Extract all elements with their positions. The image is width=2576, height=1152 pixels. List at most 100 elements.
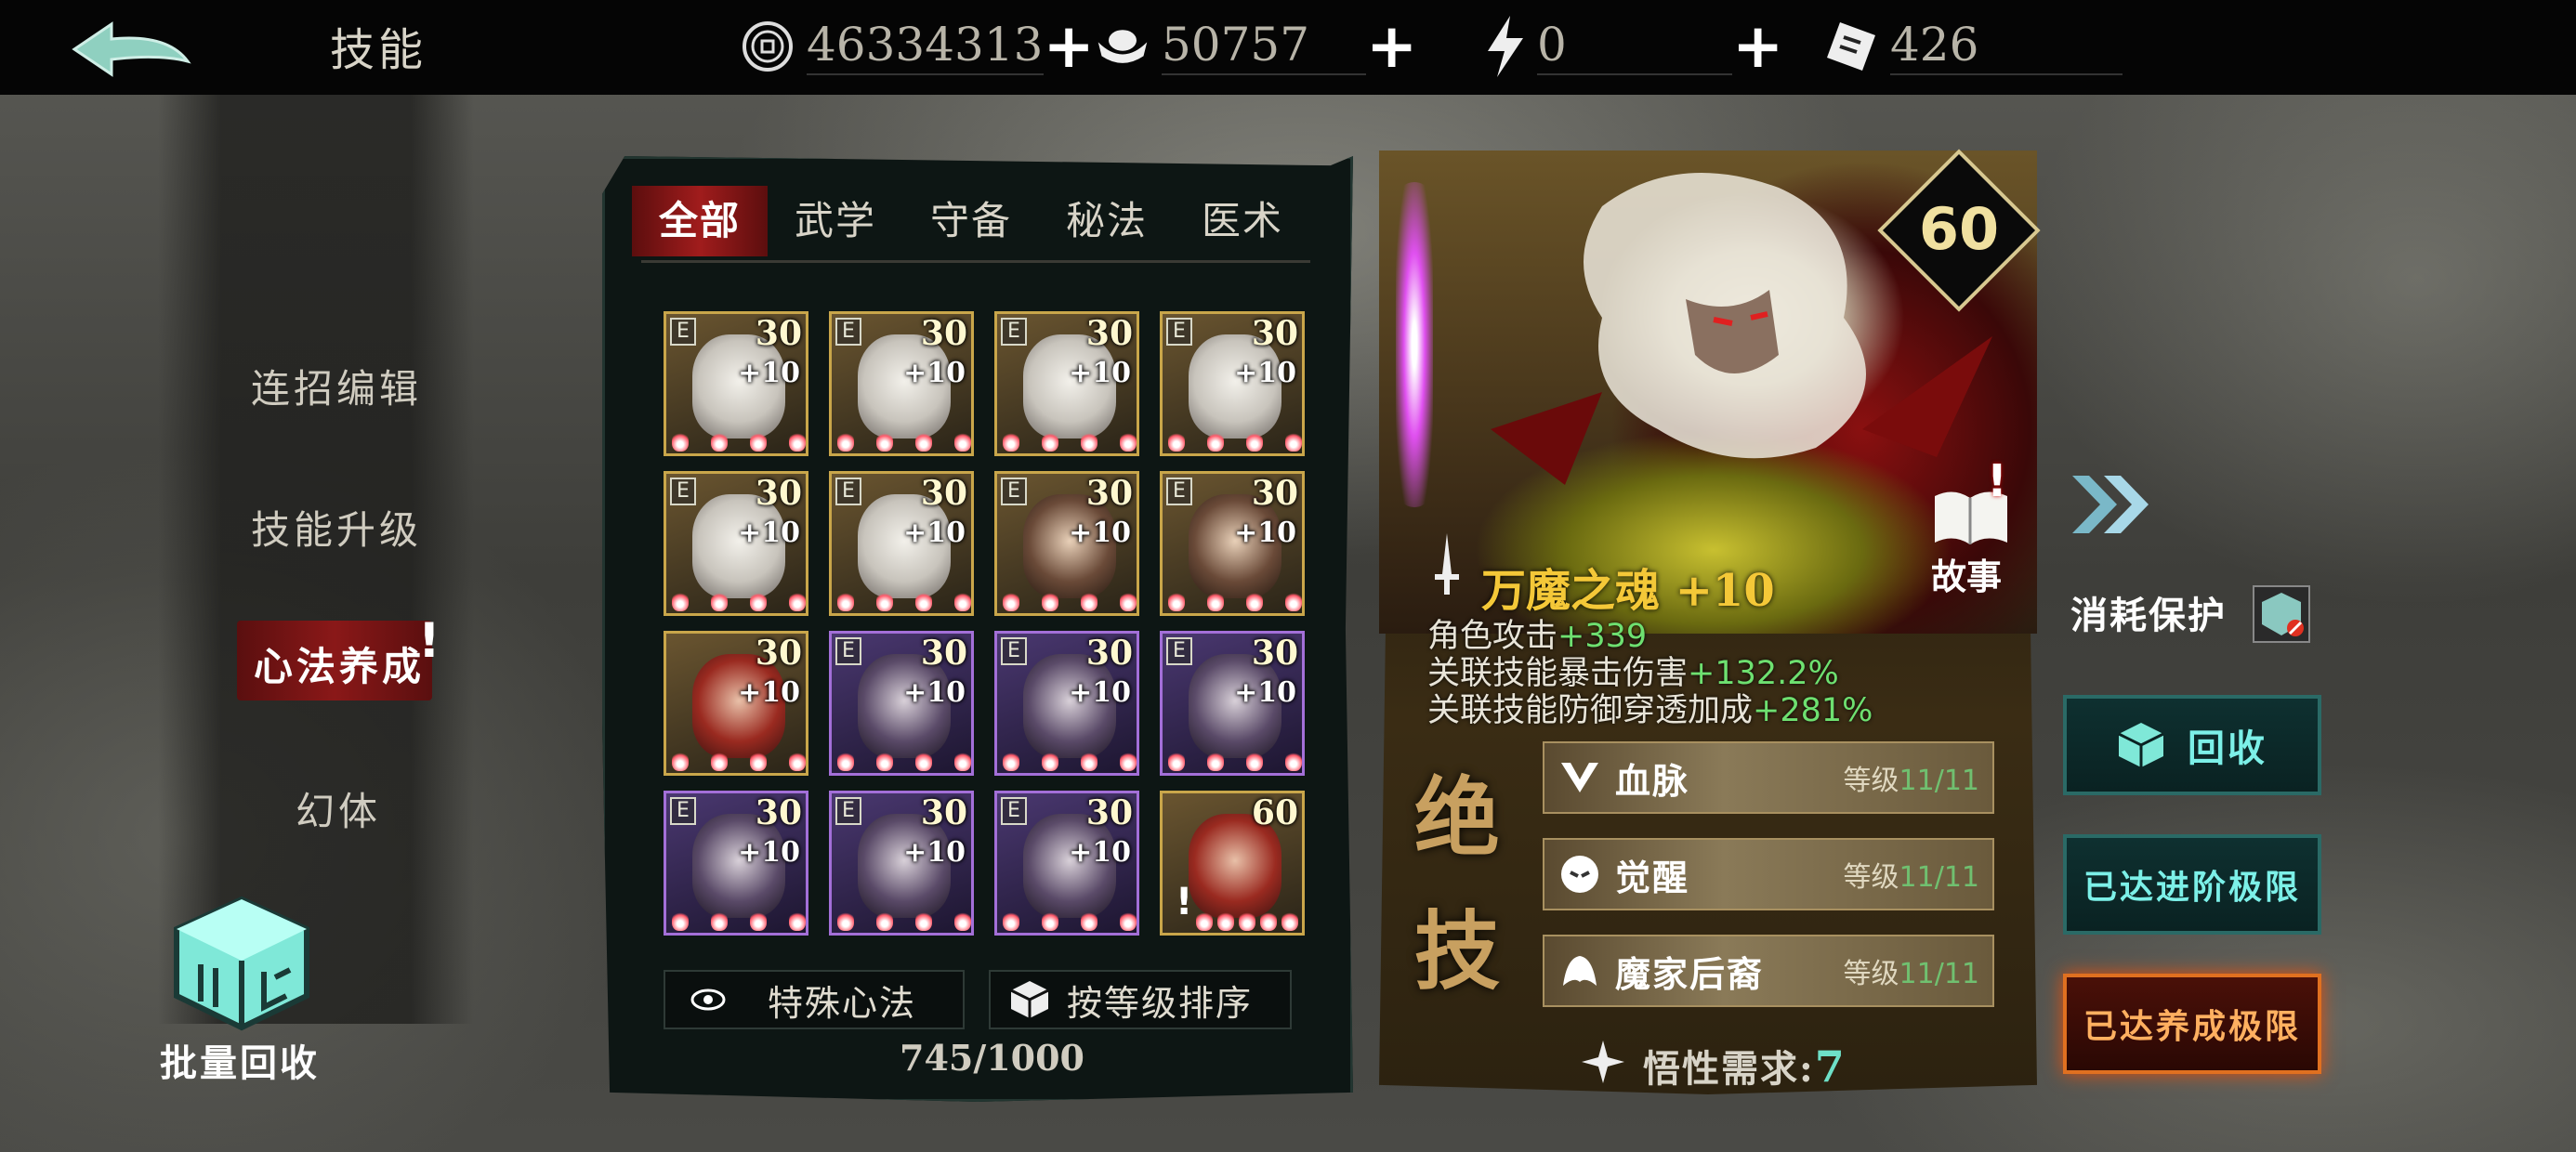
flame-icon	[711, 910, 728, 931]
tier-badge: E	[1166, 478, 1192, 505]
skill-card[interactable]: E 30 +10	[664, 471, 808, 616]
flame-icon	[837, 910, 854, 931]
menu-phantom-body[interactable]: 幻体	[296, 780, 381, 837]
skill-row-demon-heir[interactable]: 魔家后裔 等级11/11	[1543, 935, 1994, 1007]
skill-card[interactable]: E 30 +10	[1160, 311, 1305, 456]
chevron-right-icon[interactable]	[2069, 472, 2162, 537]
flame-icons	[837, 591, 971, 611]
skill-card[interactable]: E 30 +10	[994, 631, 1139, 776]
jue-char: 绝	[1414, 767, 1501, 868]
skill-card[interactable]: 60!	[1160, 791, 1305, 936]
card-level: 30	[1085, 793, 1133, 832]
story-label[interactable]: 故事	[1931, 548, 2002, 599]
batch-recycle-icon[interactable]	[167, 892, 316, 1031]
skill-card[interactable]: E 30 +10	[829, 791, 974, 936]
flame-icons	[672, 751, 806, 771]
special-method-label: 特殊心法	[768, 982, 917, 1024]
skill-row-bloodline[interactable]: 血脉 等级11/11	[1543, 741, 1994, 814]
flame-icon	[1196, 910, 1213, 931]
skill-card[interactable]: E 30 +10	[829, 311, 974, 456]
flame-icon	[672, 751, 689, 771]
cube-icon	[1010, 981, 1049, 1018]
card-level: 30	[920, 793, 967, 832]
flame-icon	[876, 910, 893, 931]
flame-icon	[1081, 431, 1097, 452]
add-silver-button[interactable]: +	[1366, 16, 1417, 77]
flame-icon	[915, 431, 932, 452]
tab-medicine[interactable]: 医术	[1175, 186, 1310, 256]
card-level: 30	[1251, 474, 1298, 513]
flame-icon	[876, 591, 893, 611]
menu-combo-edit[interactable]: 连招编辑	[251, 358, 422, 414]
flame-icon	[1042, 431, 1058, 452]
flame-icons	[1003, 751, 1137, 771]
card-enhance: +10	[903, 836, 966, 869]
skill-card[interactable]: E 30 +10	[829, 631, 974, 776]
advance-max-button[interactable]: 已达进阶极限	[2063, 834, 2321, 935]
add-coins-button[interactable]: +	[1044, 16, 1095, 77]
insight-requirement: 悟性需求:7	[1643, 1041, 1847, 1092]
recycle-button[interactable]: 回收	[2063, 695, 2321, 795]
menu-heart-method[interactable]: 心法养成	[237, 621, 432, 700]
flame-icon	[837, 431, 854, 452]
tab-divider	[641, 260, 1310, 263]
flame-icon	[1081, 591, 1097, 611]
card-level: 60	[1251, 793, 1298, 832]
flame-icon	[711, 431, 728, 452]
skill-count: 745/1000	[900, 1037, 1084, 1079]
tab-martial[interactable]: 武学	[768, 186, 903, 256]
flame-icons	[1003, 591, 1137, 611]
card-enhance: +10	[903, 517, 966, 549]
silver-value: 50757	[1162, 18, 1366, 75]
coin-icon	[740, 19, 795, 74]
skill-row-name: 魔家后裔	[1615, 952, 1765, 995]
card-level: 30	[1085, 314, 1133, 353]
card-level: 30	[755, 634, 802, 673]
card-enhance: +10	[738, 357, 800, 389]
skill-card[interactable]: E 30 +10	[664, 791, 808, 936]
back-arrow-icon[interactable]	[65, 17, 195, 82]
tab-all[interactable]: 全部	[632, 186, 768, 256]
special-method-button[interactable]: 特殊心法	[664, 970, 965, 1029]
flame-icon	[1120, 431, 1137, 452]
tier-badge: E	[1001, 637, 1027, 665]
tier-badge: E	[835, 478, 861, 505]
flame-icons	[1168, 431, 1302, 452]
batch-recycle-label[interactable]: 批量回收	[160, 1033, 320, 1087]
skill-card-grid: E 30 +10 E 30 +10 E 30 +10 E 30 +10 E 30 +10 E 30 +10 E 30 +…	[664, 311, 1314, 936]
flame-icon	[1217, 910, 1234, 931]
skill-card[interactable]: E 30 +10	[994, 791, 1139, 936]
tab-secret[interactable]: 秘法	[1039, 186, 1175, 256]
skill-card[interactable]: 30 +10	[664, 631, 808, 776]
flame-icon	[915, 910, 932, 931]
skill-card[interactable]: E 30 +10	[994, 311, 1139, 456]
skill-card[interactable]: E 30 +10	[664, 311, 808, 456]
flame-icon	[1042, 910, 1058, 931]
consume-protect-toggle[interactable]	[2253, 585, 2310, 643]
resource-silver: 50757 +	[1095, 9, 1417, 84]
flame-icon	[1042, 751, 1058, 771]
flame-icons	[1196, 910, 1298, 931]
skill-card[interactable]: E 30 +10	[994, 471, 1139, 616]
flame-icon	[1120, 910, 1137, 931]
skill-row-level: 等级11/11	[1843, 861, 1979, 894]
skill-row-awaken[interactable]: 觉醒 等级11/11	[1543, 838, 1994, 910]
skill-card[interactable]: E 30 +10	[1160, 631, 1305, 776]
flame-icon	[1246, 431, 1263, 452]
skill-row-name: 血脉	[1615, 759, 1690, 802]
train-max-button[interactable]: 已达养成极限	[2063, 974, 2321, 1074]
tab-defense[interactable]: 守备	[903, 186, 1039, 256]
card-enhance: +10	[903, 357, 966, 389]
flame-icon	[876, 431, 893, 452]
flame-icon	[876, 751, 893, 771]
tier-badge: E	[1001, 478, 1027, 505]
flame-icon	[1081, 751, 1097, 771]
skill-card[interactable]: E 30 +10	[829, 471, 974, 616]
add-energy-button[interactable]: +	[1732, 16, 1783, 77]
sort-by-level-button[interactable]: 按等级排序	[989, 970, 1292, 1029]
ticket-icon	[1823, 19, 1879, 74]
card-level: 30	[920, 314, 967, 353]
menu-skill-upgrade[interactable]: 技能升级	[251, 499, 422, 556]
flame-icon	[1003, 910, 1019, 931]
skill-card[interactable]: E 30 +10	[1160, 471, 1305, 616]
